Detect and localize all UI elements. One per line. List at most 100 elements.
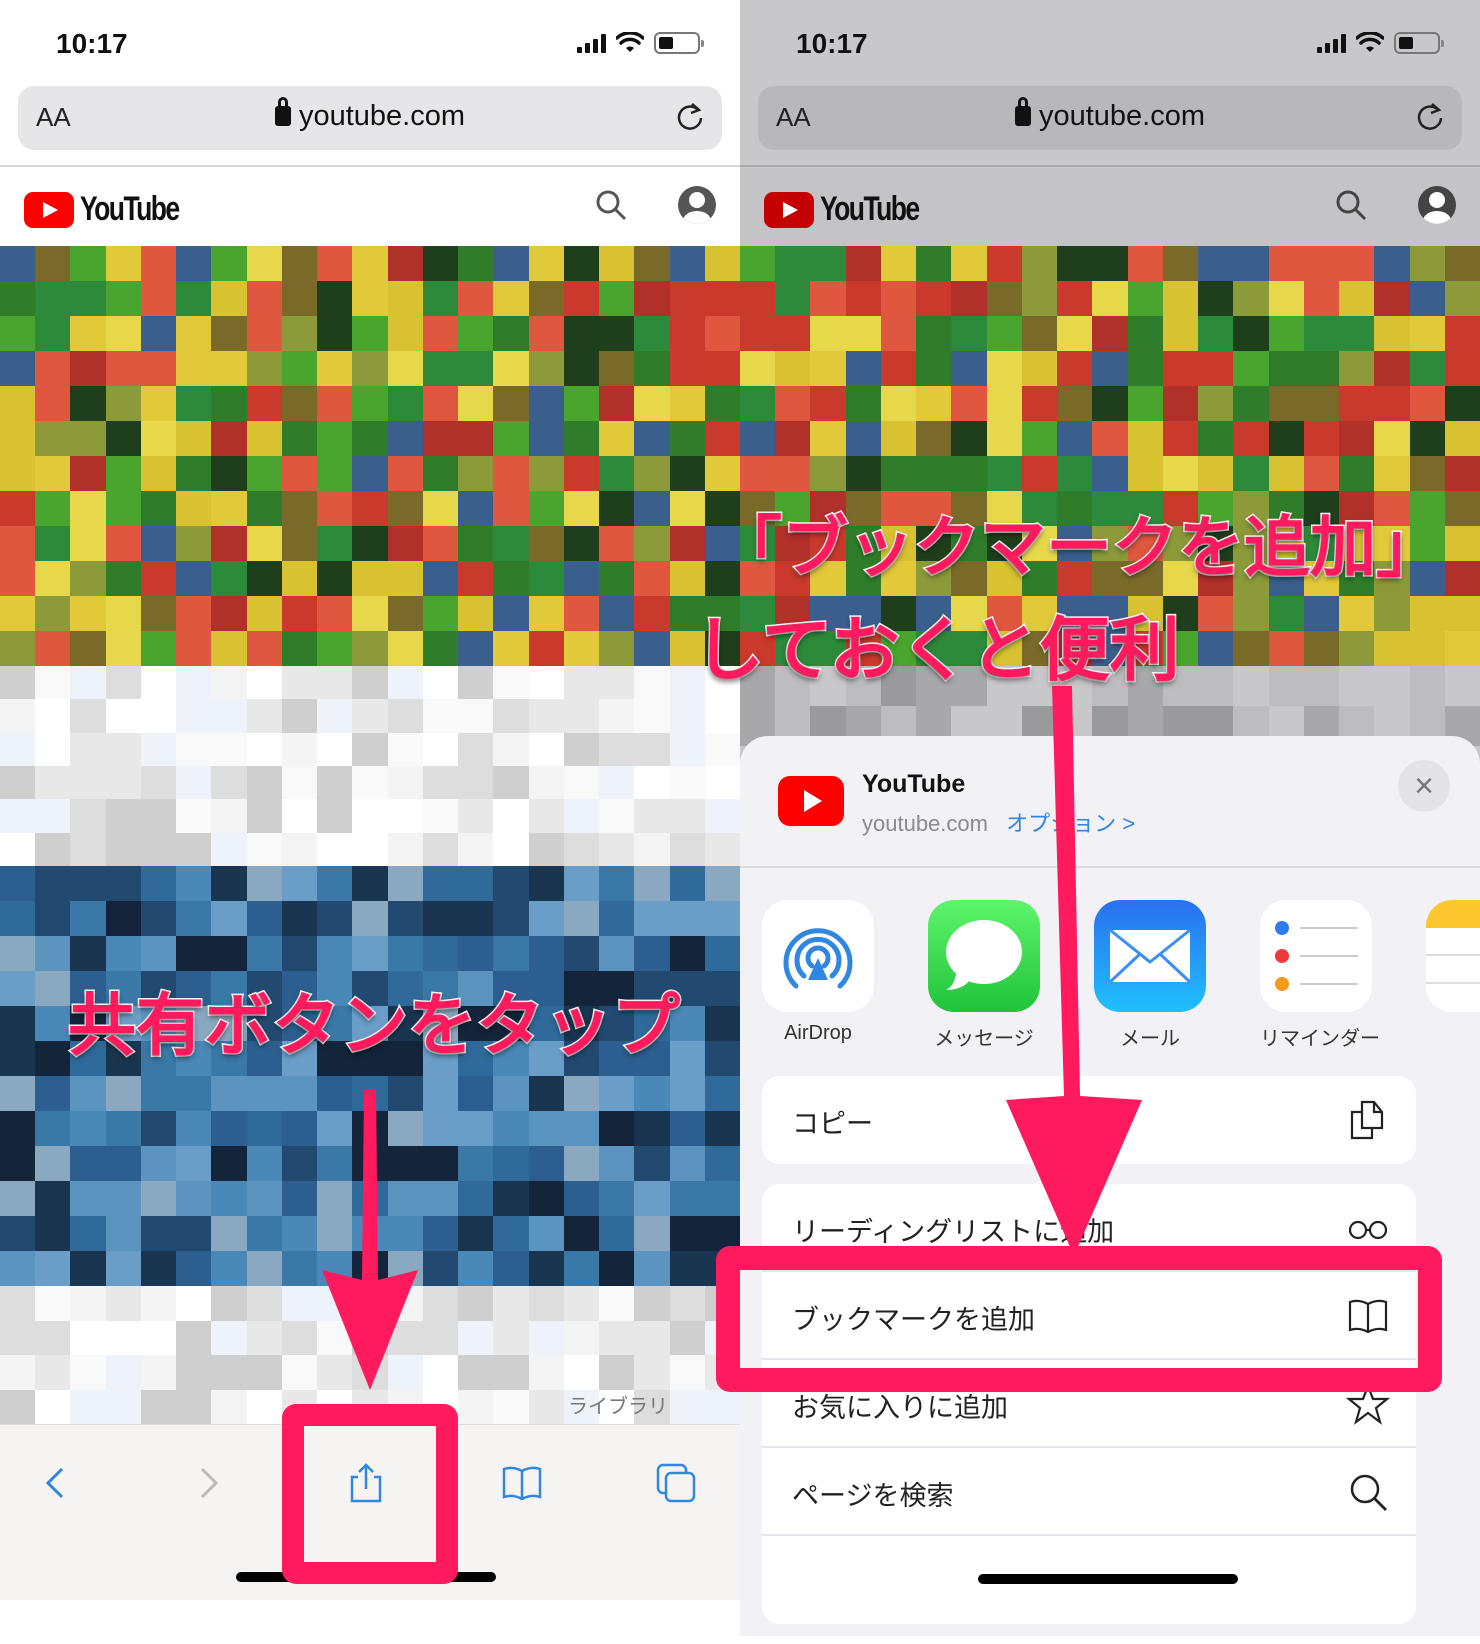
- close-button[interactable]: ×: [1398, 760, 1450, 812]
- mosaic-tile: [0, 386, 36, 421]
- account-icon[interactable]: [678, 186, 716, 224]
- account-icon[interactable]: [1418, 186, 1456, 224]
- search-icon[interactable]: [594, 188, 628, 222]
- mosaic-tile: [422, 561, 459, 596]
- mosaic-tile: [599, 732, 635, 766]
- mosaic-tile: [35, 386, 71, 421]
- share-app-notes[interactable]: [1426, 900, 1480, 1051]
- mosaic-tile: [1374, 281, 1410, 316]
- share-app-airdrop[interactable]: AirDrop: [762, 900, 874, 1051]
- mosaic-tile: [1409, 596, 1445, 631]
- mosaic-tile: [140, 631, 177, 666]
- mosaic-tile: [528, 631, 564, 666]
- mosaic-tile: [634, 456, 670, 491]
- library-tab-label[interactable]: ライブラリ: [568, 1390, 668, 1419]
- mosaic-tile: [775, 281, 811, 316]
- mosaic-tile: [35, 561, 71, 596]
- mosaic-tile: [317, 246, 353, 281]
- mosaic-tile: [281, 456, 318, 491]
- mosaic-tile: [634, 901, 670, 936]
- mosaic-tile: [704, 971, 740, 1006]
- mosaic-tile: [35, 936, 71, 971]
- mosaic-tile: [775, 386, 811, 421]
- bookmarks-icon[interactable]: [500, 1461, 544, 1505]
- mosaic-tile: [0, 799, 36, 833]
- mosaic-tile: [317, 666, 353, 700]
- mosaic-tile: [0, 1216, 36, 1251]
- mosaic-tile: [1444, 281, 1480, 316]
- mosaic-tile: [211, 699, 247, 733]
- left-screenshot: 10:17 AA youtube.com YouTube ライブラリ 共有ボタン…: [0, 0, 740, 1600]
- mosaic-tile: [458, 866, 494, 901]
- mosaic-tile: [140, 1111, 177, 1146]
- mosaic-tile: [1233, 666, 1269, 706]
- back-icon[interactable]: [34, 1461, 78, 1505]
- reload-icon[interactable]: [674, 100, 706, 132]
- address-bar[interactable]: AA youtube.com: [758, 86, 1462, 150]
- mosaic-tile: [563, 1076, 600, 1111]
- search-icon[interactable]: [1334, 188, 1368, 222]
- mosaic-tile: [563, 631, 600, 666]
- youtube-logo[interactable]: YouTube: [24, 190, 206, 229]
- mosaic-tile: [669, 1286, 705, 1321]
- mosaic-tile: [740, 386, 776, 421]
- mosaic-tile: [669, 732, 705, 766]
- mosaic-tile: [105, 799, 141, 833]
- mosaic-tile: [1268, 246, 1304, 281]
- mosaic-tile: [70, 386, 106, 421]
- mosaic-tile: [70, 1389, 106, 1424]
- mosaic-tile: [70, 1355, 106, 1390]
- mosaic-tile: [176, 596, 212, 631]
- mosaic-tile: [246, 1320, 282, 1355]
- mosaic-tile: [599, 936, 635, 971]
- mosaic-tile: [1127, 281, 1163, 316]
- mosaic-tile: [493, 561, 529, 596]
- mosaic-tile: [704, 936, 740, 971]
- video-thumbnail-pixelated[interactable]: [0, 246, 740, 666]
- mosaic-tile: [528, 316, 564, 351]
- mosaic-tile: [986, 281, 1022, 316]
- address-bar[interactable]: AA youtube.com: [18, 86, 722, 150]
- forward-icon[interactable]: [186, 1461, 230, 1505]
- mosaic-tile: [458, 456, 494, 491]
- mosaic-tile: [35, 631, 71, 666]
- mosaic-tile: [35, 456, 71, 491]
- mosaic-tile: [105, 596, 141, 631]
- mosaic-tile: [1409, 386, 1445, 421]
- mosaic-tile: [281, 351, 318, 386]
- mosaic-tile: [281, 1216, 318, 1251]
- mosaic-tile: [458, 732, 494, 766]
- mosaic-tile: [281, 526, 318, 561]
- mosaic-tile: [140, 1251, 177, 1286]
- mosaic-tile: [528, 1146, 564, 1181]
- mosaic-tile: [458, 936, 494, 971]
- mosaic-tile: [916, 281, 952, 316]
- mosaic-tile: [0, 596, 36, 631]
- mosaic-tile: [599, 1181, 635, 1216]
- mosaic-tile: [669, 1111, 705, 1146]
- mosaic-tile: [211, 732, 247, 766]
- mosaic-tile: [599, 386, 635, 421]
- mosaic-tile: [563, 666, 600, 700]
- annotation-arrow: [1006, 686, 1142, 1256]
- tabs-icon[interactable]: [654, 1461, 698, 1505]
- mosaic-tile: [1339, 631, 1375, 666]
- mosaic-tile: [845, 316, 881, 351]
- youtube-logo[interactable]: YouTube: [764, 190, 946, 229]
- mosaic-tile: [422, 1355, 459, 1390]
- mosaic-tile: [387, 631, 423, 666]
- share-app-reminders[interactable]: リマインダー: [1260, 900, 1380, 1051]
- mosaic-tile: [317, 799, 353, 833]
- mosaic-tile: [1339, 281, 1375, 316]
- action-find-on-page[interactable]: ページを検索: [762, 1448, 1416, 1536]
- mosaic-tile: [317, 316, 353, 351]
- reload-icon[interactable]: [1414, 100, 1446, 132]
- mosaic-tile: [458, 386, 494, 421]
- mosaic-tile: [281, 1286, 318, 1321]
- mosaic-tile: [634, 765, 670, 800]
- mosaic-tile: [1268, 666, 1304, 706]
- mosaic-tile: [211, 631, 247, 666]
- mosaic-tile: [1268, 316, 1304, 351]
- mosaic-tile: [634, 732, 670, 766]
- mosaic-tile: [704, 456, 740, 491]
